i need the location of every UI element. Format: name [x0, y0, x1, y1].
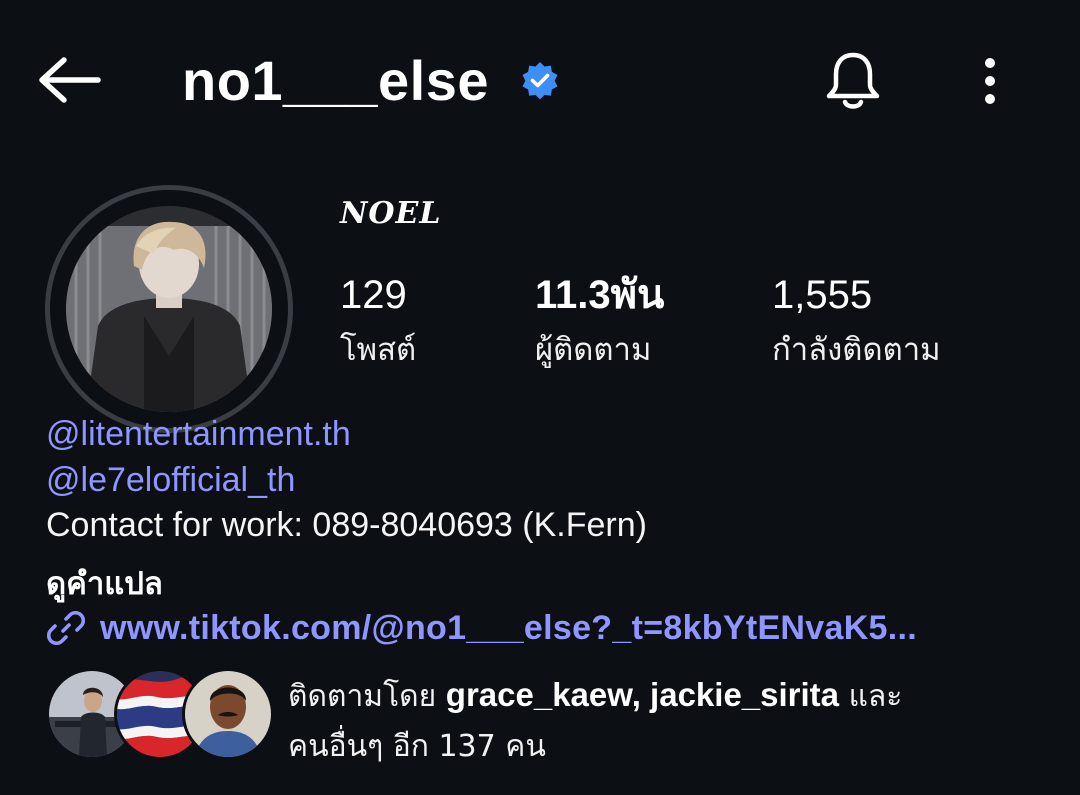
followers-count: 11.3พัน [535, 273, 665, 317]
name-separator: , [631, 676, 651, 713]
followed-by-text[interactable]: ติดตามโดย grace_kaew, jackie_sirita และ … [288, 670, 1048, 772]
bio-mention-link[interactable]: @le7elofficial_th [46, 458, 295, 502]
verified-badge-icon [520, 60, 560, 100]
following-stat[interactable]: 1,555 กำลังติดตาม [772, 270, 941, 374]
profile-display-name: 𝑵𝑶𝑬𝑳 [340, 196, 442, 231]
avatar-photo [66, 206, 272, 412]
bio-link-text: www.tiktok.com/@no1___else?_t=8kbYtENvaK… [100, 608, 917, 647]
posts-stat[interactable]: 129 โพสต์ [340, 270, 416, 374]
bell-icon [826, 52, 880, 109]
bio-contact-text: Contact for work: 089-8040693 (K.Fern) [46, 506, 647, 544]
link-icon [46, 610, 86, 646]
followed-by-prefix: ติดตามโดย [288, 679, 446, 714]
see-translation-button[interactable]: ดูคำแปล [46, 558, 163, 608]
profile-username: no1___else [182, 49, 489, 112]
bio-mention-link[interactable]: @litentertainment.th [46, 412, 351, 456]
bio-external-link[interactable]: www.tiktok.com/@no1___else?_t=8kbYtENvaK… [46, 608, 917, 648]
posts-count: 129 [340, 273, 407, 317]
profile-avatar[interactable] [45, 185, 293, 433]
following-count: 1,555 [772, 273, 873, 317]
followed-by-and: และ [839, 679, 903, 714]
mutual-followers-avatars[interactable] [46, 668, 274, 760]
more-vertical-icon [985, 58, 995, 104]
more-options-button[interactable] [968, 52, 1012, 110]
mutual-follower-name: grace_kaew [445, 676, 632, 713]
mutual-follower-name: jackie_sirita [650, 676, 840, 713]
arrow-left-icon [39, 57, 101, 103]
notifications-button[interactable] [820, 48, 886, 114]
posts-label: โพสต์ [340, 332, 417, 368]
followers-label: ผู้ติดตาม [535, 332, 652, 368]
back-button[interactable] [34, 50, 104, 110]
followed-by-others: คนอื่นๆ อีก 137 คน [288, 729, 546, 764]
following-label: กำลังติดตาม [772, 332, 941, 368]
mutual-follower-avatar [182, 668, 274, 760]
followers-stat[interactable]: 11.3พัน ผู้ติดตาม [535, 270, 664, 374]
